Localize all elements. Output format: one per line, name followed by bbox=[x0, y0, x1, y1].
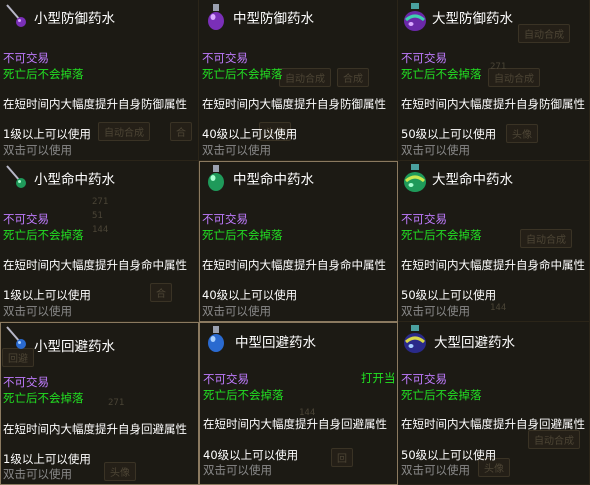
usage-hint: 双击可以使用 bbox=[202, 304, 271, 318]
trade-restriction: 不可交易 bbox=[401, 51, 447, 65]
usage-hint: 双击可以使用 bbox=[3, 304, 72, 318]
usage-hint: 双击可以使用 bbox=[3, 143, 72, 157]
level-requirement: 40级以上可以使用 bbox=[203, 448, 299, 462]
usage-hint: 双击可以使用 bbox=[401, 463, 470, 477]
item-description: 在短时间内大幅度提升自身回避属性 bbox=[3, 422, 187, 436]
trade-restriction: 不可交易 bbox=[3, 51, 49, 65]
item-description: 在短时间内大幅度提升自身命中属性 bbox=[401, 258, 585, 272]
tooltip-card: 自动合成 144 大型命中药水 不可交易 死亡后不会掉落 在短时间内大幅度提升自… bbox=[398, 161, 590, 322]
item-description: 在短时间内大幅度提升自身命中属性 bbox=[3, 258, 187, 272]
item-name: 中型命中药水 bbox=[233, 172, 314, 188]
tooltip-card: 自动合成 头像 大型回避药水 不可交易 死亡后不会掉落 在短时间内大幅度提升自身… bbox=[398, 322, 590, 485]
tooltip-card: 271 51 144 合 小型命中药水 不可交易 死亡后不会掉落 在短时间内大幅… bbox=[0, 161, 199, 322]
tooltip-card: 回避 271 头像 小型回避药水 不可交易 死亡后不会掉落 在短时间内大幅度提升… bbox=[0, 322, 199, 485]
item-description: 在短时间内大幅度提升自身回避属性 bbox=[401, 417, 585, 431]
level-requirement: 50级以上可以使用 bbox=[401, 288, 497, 302]
tooltip-card: 自动合成 自动合成 271 头像 大型防御药水 不可交易 死亡后不会掉落 在短时… bbox=[398, 0, 590, 161]
item-description: 在短时间内大幅度提升自身命中属性 bbox=[202, 258, 386, 272]
extra-status-text: 打开当 bbox=[361, 371, 396, 385]
potion-tooltip-grid: 自动合成 合 小型防御药水 不可交易 死亡后不会掉落 在短时间内大幅度提升自身防… bbox=[0, 0, 590, 485]
level-requirement: 50级以上可以使用 bbox=[401, 127, 497, 141]
drop-rule: 死亡后不会掉落 bbox=[3, 391, 84, 405]
drop-rule: 死亡后不会掉落 bbox=[202, 228, 283, 242]
large-blue-potion-icon bbox=[404, 325, 426, 353]
trade-restriction: 不可交易 bbox=[3, 212, 49, 226]
item-description: 在短时间内大幅度提升自身防御属性 bbox=[202, 97, 386, 111]
trade-restriction: 不可交易 bbox=[202, 212, 248, 226]
trade-restriction: 不可交易 bbox=[401, 212, 447, 226]
level-requirement: 1级以上可以使用 bbox=[3, 288, 91, 302]
level-requirement: 1级以上可以使用 bbox=[3, 452, 91, 466]
trade-restriction: 不可交易 bbox=[203, 372, 249, 386]
item-name: 中型防御药水 bbox=[233, 11, 314, 27]
level-requirement: 40级以上可以使用 bbox=[202, 288, 298, 302]
usage-hint: 双击可以使用 bbox=[203, 463, 272, 477]
large-purple-potion-icon bbox=[404, 3, 426, 31]
tooltip-card: 中型命中药水 不可交易 死亡后不会掉落 在短时间内大幅度提升自身命中属性 40级… bbox=[199, 161, 398, 322]
item-description: 在短时间内大幅度提升自身防御属性 bbox=[3, 97, 187, 111]
item-name: 小型回避药水 bbox=[34, 339, 115, 355]
tooltip-card: 自动合成 合成 头像 中型防御药水 不可交易 死亡后不会掉落 在短时间内大幅度提… bbox=[199, 0, 398, 161]
usage-hint: 双击可以使用 bbox=[401, 143, 470, 157]
item-name: 大型防御药水 bbox=[432, 11, 513, 27]
tooltip-card: 144 回 中型回避药水 打开当 不可交易 死亡后不会掉落 在短时间内大幅度提升… bbox=[199, 322, 398, 485]
trade-restriction: 不可交易 bbox=[202, 51, 248, 65]
tooltip-card: 自动合成 合 小型防御药水 不可交易 死亡后不会掉落 在短时间内大幅度提升自身防… bbox=[0, 0, 199, 161]
small-green-potion-icon bbox=[6, 165, 26, 188]
drop-rule: 死亡后不会掉落 bbox=[202, 67, 283, 81]
drop-rule: 死亡后不会掉落 bbox=[3, 67, 84, 81]
trade-restriction: 不可交易 bbox=[3, 375, 49, 389]
item-name: 大型命中药水 bbox=[432, 172, 513, 188]
item-description: 在短时间内大幅度提升自身回避属性 bbox=[203, 417, 387, 431]
drop-rule: 死亡后不会掉落 bbox=[401, 228, 482, 242]
drop-rule: 死亡后不会掉落 bbox=[203, 388, 284, 402]
item-name: 大型回避药水 bbox=[434, 335, 515, 351]
usage-hint: 双击可以使用 bbox=[202, 143, 271, 157]
medium-blue-potion-icon bbox=[208, 326, 224, 352]
item-name: 小型命中药水 bbox=[34, 172, 115, 188]
usage-hint: 双击可以使用 bbox=[401, 304, 470, 318]
usage-hint: 双击可以使用 bbox=[3, 467, 72, 481]
small-purple-potion-icon bbox=[6, 4, 26, 27]
trade-restriction: 不可交易 bbox=[401, 372, 447, 386]
large-green-potion-icon bbox=[404, 164, 426, 192]
small-blue-potion-icon bbox=[6, 326, 26, 349]
item-description: 在短时间内大幅度提升自身防御属性 bbox=[401, 97, 585, 111]
level-requirement: 50级以上可以使用 bbox=[401, 448, 497, 462]
level-requirement: 1级以上可以使用 bbox=[3, 127, 91, 141]
item-name: 小型防御药水 bbox=[34, 11, 115, 27]
drop-rule: 死亡后不会掉落 bbox=[401, 388, 482, 402]
drop-rule: 死亡后不会掉落 bbox=[3, 228, 84, 242]
medium-purple-potion-icon bbox=[208, 4, 224, 30]
level-requirement: 40级以上可以使用 bbox=[202, 127, 298, 141]
medium-green-potion-icon bbox=[208, 165, 224, 191]
drop-rule: 死亡后不会掉落 bbox=[401, 67, 482, 81]
item-name: 中型回避药水 bbox=[235, 335, 316, 351]
